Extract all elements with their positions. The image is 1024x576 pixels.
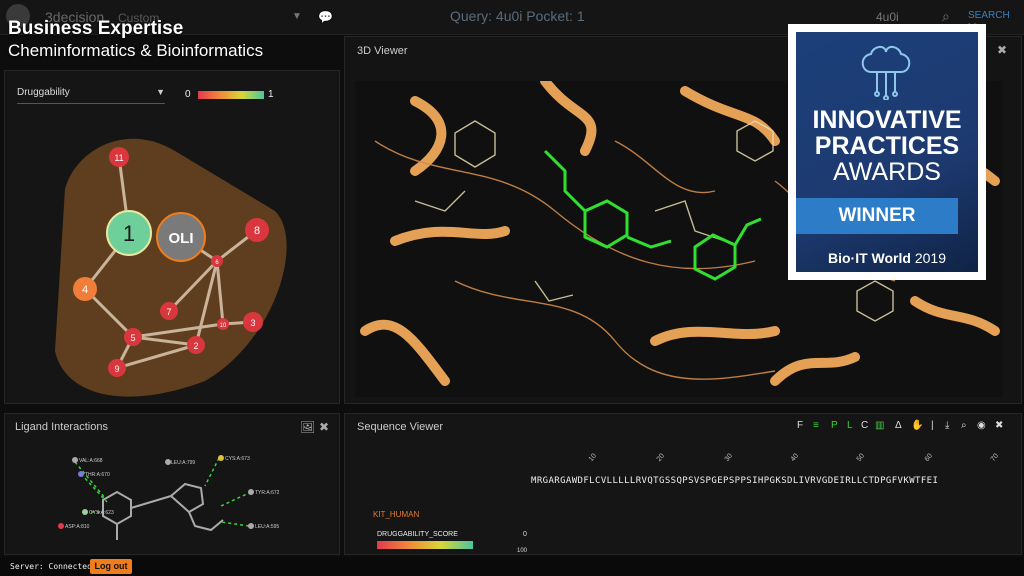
- award-winner-banner: WINNER: [796, 198, 958, 234]
- image-icon[interactable]: 🖼: [300, 420, 315, 434]
- award-badge: INNOVATIVE PRACTICES AWARDS WINNER Bio·I…: [788, 24, 986, 280]
- close-icon[interactable]: ✖: [995, 420, 1003, 431]
- close-icon[interactable]: ✖: [319, 420, 329, 434]
- score-min: 0: [523, 531, 527, 538]
- svg-text:3: 3: [250, 318, 255, 328]
- position-tick: 40: [789, 452, 801, 463]
- svg-text:5: 5: [130, 333, 135, 343]
- score-max: 100: [517, 548, 528, 554]
- pocket-graph[interactable]: 11 8 6 4 7 10 3 5 2 9 1 OLI: [5, 111, 339, 401]
- close-icon[interactable]: ✖: [997, 43, 1007, 57]
- server-status: Server: Connected: [10, 562, 92, 571]
- download-icon[interactable]: ⤓: [945, 420, 949, 431]
- residue-label: THR:A:670: [85, 472, 110, 478]
- scale-max-label: 1: [268, 89, 274, 100]
- residue-label: ASP:A:810: [65, 524, 90, 530]
- chat-icon[interactable]: 💬: [318, 10, 333, 24]
- score-color-bar: [377, 541, 473, 549]
- tool-p[interactable]: P: [831, 420, 838, 431]
- position-tick: 10: [587, 452, 599, 463]
- residue-label: VAL:A:668: [79, 458, 103, 464]
- search-input[interactable]: 4u0i: [876, 10, 899, 24]
- search-icon[interactable]: ⌕: [942, 8, 950, 25]
- tool-delta[interactable]: Δ: [895, 420, 902, 431]
- svg-text:9: 9: [114, 364, 119, 374]
- residue-atom: [72, 457, 78, 463]
- headline-title: Business Expertise: [8, 18, 184, 39]
- graph-node-8[interactable]: 8: [245, 218, 269, 242]
- chevron-down-icon: ▼: [156, 87, 165, 97]
- residue-label: LEU:A:799: [171, 460, 195, 466]
- svg-text:8: 8: [254, 225, 260, 237]
- award-line-innovative: INNOVATIVE: [812, 106, 962, 134]
- brain-circuit-icon: [861, 46, 911, 100]
- query-label: Query: 4u0i Pocket: 1: [450, 8, 585, 24]
- graph-node-5[interactable]: 5: [124, 328, 142, 346]
- ligand-panel-title: Ligand Interactions: [15, 421, 108, 433]
- track-label: KIT_HUMAN: [373, 510, 420, 519]
- position-tick: 50: [855, 452, 867, 463]
- graph-node-11[interactable]: 11: [109, 147, 129, 167]
- graph-node-10[interactable]: 10: [217, 318, 229, 330]
- svg-text:4: 4: [82, 284, 88, 296]
- color-scale-bar: [198, 91, 264, 99]
- svg-text:10: 10: [220, 323, 227, 329]
- residue-label: TYR:A:672: [255, 490, 280, 496]
- viewer-title: 3D Viewer: [357, 45, 408, 57]
- eye-icon[interactable]: ◉: [977, 420, 986, 431]
- graph-node-4[interactable]: 4: [73, 277, 97, 301]
- sequence-letters[interactable]: MRGARGAWDFLCVLLLLLRVQTGSSQPSVSPGEPSPPSIH…: [531, 476, 938, 486]
- award-panel: INNOVATIVE PRACTICES AWARDS WINNER Bio·I…: [796, 32, 978, 272]
- property-select-value: Druggability: [17, 87, 70, 98]
- bar-chart-icon[interactable]: ▥: [875, 420, 884, 431]
- graph-node-9[interactable]: 9: [108, 359, 126, 377]
- hand-icon[interactable]: ✋: [911, 420, 923, 431]
- residue-label: LEU:A:595: [255, 524, 279, 530]
- chevron-down-icon[interactable]: ▼: [292, 11, 302, 22]
- sequence-panel-title: Sequence Viewer: [357, 421, 444, 433]
- award-sponsor: Bio·IT World 2019: [796, 250, 978, 266]
- residue-label: CYS:A:673: [225, 456, 250, 462]
- graph-node-3[interactable]: 3: [243, 312, 263, 332]
- position-tick: 70: [989, 452, 1001, 463]
- sequence-viewer-panel: Sequence Viewer F ≡ P L C ▥ Δ ✋ | ⤓ ⌕ ◉ …: [344, 413, 1022, 555]
- property-select[interactable]: Druggability ▼: [17, 87, 165, 104]
- graph-node-ligand[interactable]: OLI: [156, 212, 206, 262]
- svg-text:2: 2: [193, 341, 198, 351]
- svg-text:7: 7: [166, 307, 171, 317]
- position-tick: 60: [923, 452, 935, 463]
- score-label: DRUGGABILITY_SCORE: [377, 531, 458, 538]
- tool-l[interactable]: L: [847, 420, 853, 431]
- tool-f[interactable]: F: [797, 420, 803, 431]
- ligand-interactions-panel: Ligand Interactions 🖼 ✖ VAL:A:668 THR:A:…: [4, 413, 340, 555]
- award-year: 2019: [914, 250, 946, 266]
- tool-c[interactable]: C: [861, 420, 868, 431]
- headline-subtitle: Cheminformatics & Bioinformatics: [8, 41, 264, 60]
- svg-text:1: 1: [123, 221, 135, 246]
- pocket-graph-panel: Druggability ▼ 0 1 11 8 6 4 7 10 3 5 2 9…: [4, 70, 340, 404]
- align-icon[interactable]: ≡: [813, 420, 819, 431]
- svg-text:OLI: OLI: [169, 230, 194, 247]
- graph-node-2[interactable]: 2: [187, 336, 205, 354]
- ligand-diagram[interactable]: VAL:A:668 THR:A:670 CYS:A:673 LEU:A:799 …: [45, 450, 325, 554]
- position-tick: 30: [723, 452, 735, 463]
- search-icon[interactable]: ⌕: [961, 420, 967, 431]
- graph-node-6[interactable]: 6: [211, 255, 223, 267]
- status-bar: Server: Connected Log out: [0, 557, 1024, 576]
- separator: |: [931, 420, 934, 431]
- graph-node-1[interactable]: 1: [106, 210, 152, 256]
- residue-label: CYS:A:623: [89, 510, 114, 516]
- pocket-hull: [55, 138, 287, 397]
- award-line-awards: AWARDS: [833, 158, 941, 186]
- logout-button[interactable]: Log out: [90, 559, 132, 574]
- award-sponsor-name: Bio·IT World: [828, 250, 911, 266]
- award-line-practices: PRACTICES: [814, 132, 960, 160]
- scale-min-label: 0: [185, 89, 191, 100]
- graph-node-7[interactable]: 7: [160, 302, 178, 320]
- position-tick: 20: [655, 452, 667, 463]
- svg-text:11: 11: [114, 153, 123, 163]
